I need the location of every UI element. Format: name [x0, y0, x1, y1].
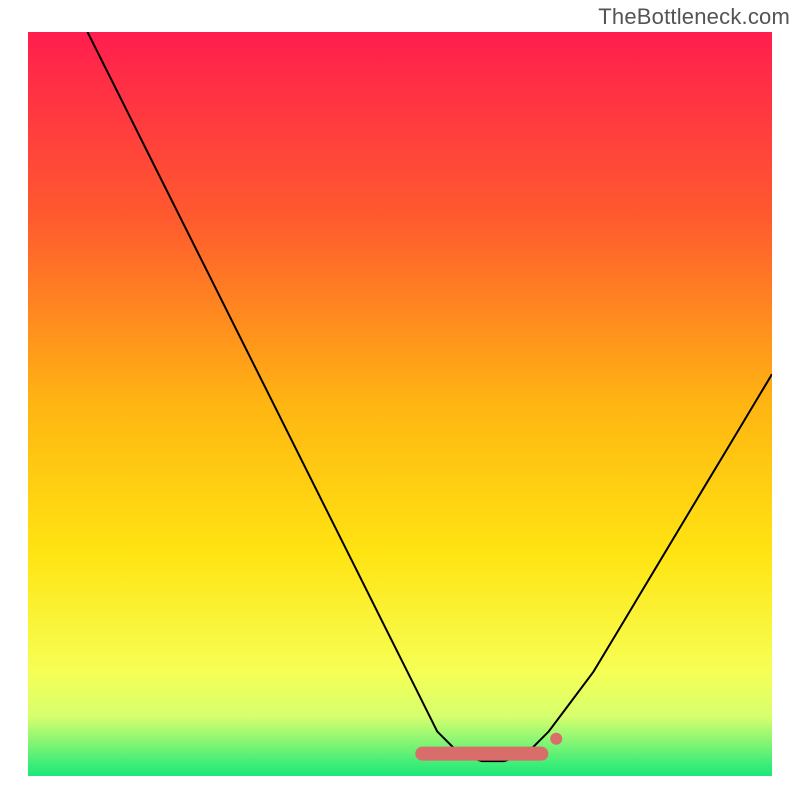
bottleneck-chart — [28, 32, 772, 776]
watermark-label: TheBottleneck.com — [598, 4, 790, 30]
plot-area — [28, 32, 772, 776]
gradient-background — [28, 32, 772, 776]
chart-frame: TheBottleneck.com — [0, 0, 800, 800]
